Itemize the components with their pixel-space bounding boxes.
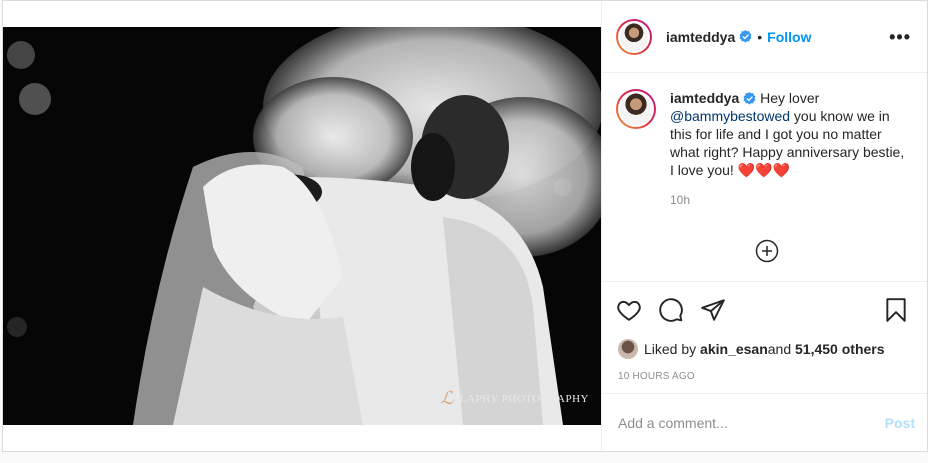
post-side-panel: iamteddya • Follow ••• iamteddya Hey lov… [601,1,927,451]
likes-middle: and [767,341,792,357]
caption-time[interactable]: 10h [670,193,911,207]
likes-prefix: Liked by [644,341,697,357]
action-bar [602,281,927,337]
header-separator: • [757,28,763,45]
bookmark-icon[interactable] [883,297,909,323]
share-icon[interactable] [700,297,726,323]
caption-mention-link[interactable]: @bammybestowed [670,108,790,124]
comments-section: iamteddya Hey lover @bammybestowed you k… [602,73,927,281]
post-photo[interactable]: ℒ LAPHY PHOTOGRAPHY [3,27,601,425]
comment-icon[interactable] [658,297,684,323]
watermark-logo: ℒ [440,388,454,408]
instagram-post: ℒ LAPHY PHOTOGRAPHY iamteddya • Follow •… [2,0,928,452]
caption-username[interactable]: iamteddya [670,90,739,106]
verified-badge-icon [739,30,752,43]
comment-composer: Post [602,393,927,451]
caption-verified-badge-icon [743,92,756,105]
author-avatar[interactable] [616,18,652,55]
caption-body-start: Hey lover [760,90,820,106]
wedding-photo-image [3,27,601,425]
more-options-icon[interactable]: ••• [889,28,911,46]
heart-icon[interactable] [616,297,642,323]
liker-username[interactable]: akin_esan [700,341,768,357]
caption-author-avatar[interactable] [616,89,656,129]
photographer-watermark: ℒ LAPHY PHOTOGRAPHY [440,388,589,409]
author-username[interactable]: iamteddya [666,29,735,45]
plus-circle-icon[interactable] [755,239,779,263]
likes-count[interactable]: 51,450 others [795,341,885,357]
post-photo-area: ℒ LAPHY PHOTOGRAPHY [3,1,601,451]
likes-summary: Liked by akin_esan and 51,450 others [602,337,927,361]
liker-avatar[interactable] [618,339,638,359]
caption-row: iamteddya Hey lover @bammybestowed you k… [616,89,911,179]
comment-input[interactable] [618,414,885,431]
posted-time[interactable]: 10 HOURS AGO [602,361,927,393]
post-comment-button[interactable]: Post [885,415,915,431]
watermark-text: LAPHY PHOTOGRAPHY [459,392,589,405]
post-header: iamteddya • Follow ••• [602,1,927,73]
follow-button[interactable]: Follow [767,29,811,45]
caption-hearts: ❤️❤️❤️ [737,162,790,178]
caption-text: iamteddya Hey lover @bammybestowed you k… [670,89,910,179]
